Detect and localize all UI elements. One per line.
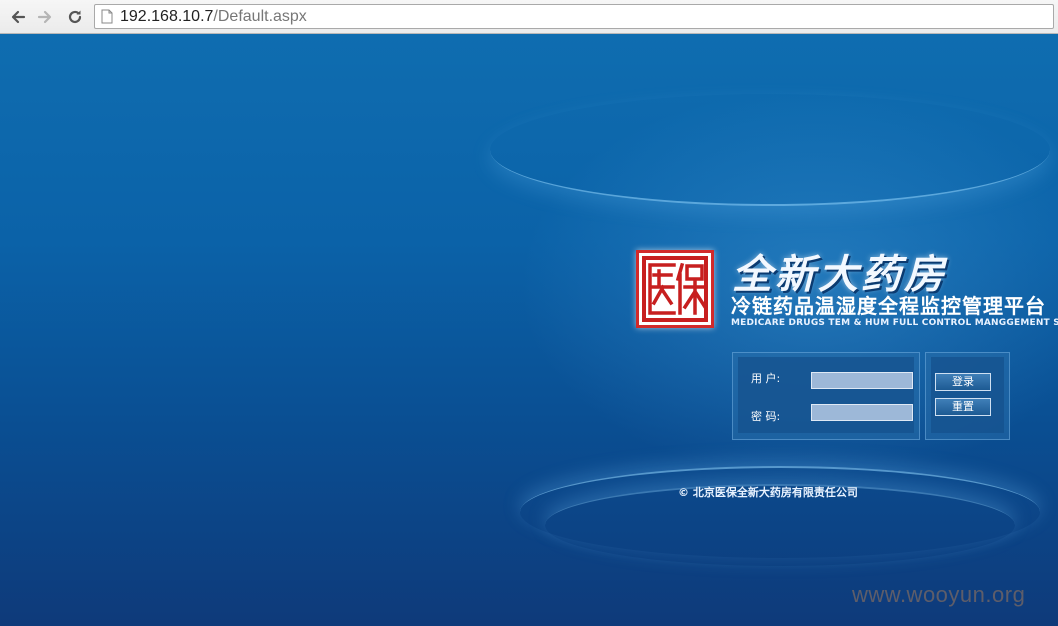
password-label: 密 码: [751,410,781,423]
browser-toolbar: 192.168.10.7/Default.aspx [0,0,1058,34]
brand-english-name: MEDICARE DRUGS TEM & HUM FULL CONTROL MA… [731,318,1058,328]
button-panel-inner: 登录 重置 [931,357,1004,433]
forward-arrow-icon[interactable] [35,7,55,27]
watermark-text: www.wooyun.org [852,582,1026,607]
copyright-text: © 北京医保全新大药房有限责任公司 [678,486,858,499]
password-input[interactable] [811,404,913,421]
login-form-inner: 用 户: 密 码: [738,357,914,433]
username-label: 用 户: [751,372,781,385]
reset-button[interactable]: 重置 [935,398,991,416]
back-arrow-icon[interactable] [8,7,28,27]
decorative-swoosh-top [490,94,1050,206]
url-text[interactable]: 192.168.10.7/Default.aspx [120,8,307,26]
address-bar[interactable]: 192.168.10.7/Default.aspx [94,4,1054,29]
username-input[interactable] [811,372,913,389]
brand-subtitle: 冷链药品温湿度全程监控管理平台 [731,294,1046,318]
login-form: 用 户: 密 码: [732,352,920,440]
reload-icon[interactable] [65,7,85,27]
page-icon [101,9,113,24]
url-host: 192.168.10.7 [120,7,214,25]
login-page: 全新大药房 冷链药品温湿度全程监控管理平台 MEDICARE DRUGS TEM… [0,34,1058,626]
login-button[interactable]: 登录 [935,373,991,391]
url-path: /Default.aspx [213,7,307,25]
logo-seal-icon [636,250,714,328]
button-panel: 登录 重置 [925,352,1010,440]
